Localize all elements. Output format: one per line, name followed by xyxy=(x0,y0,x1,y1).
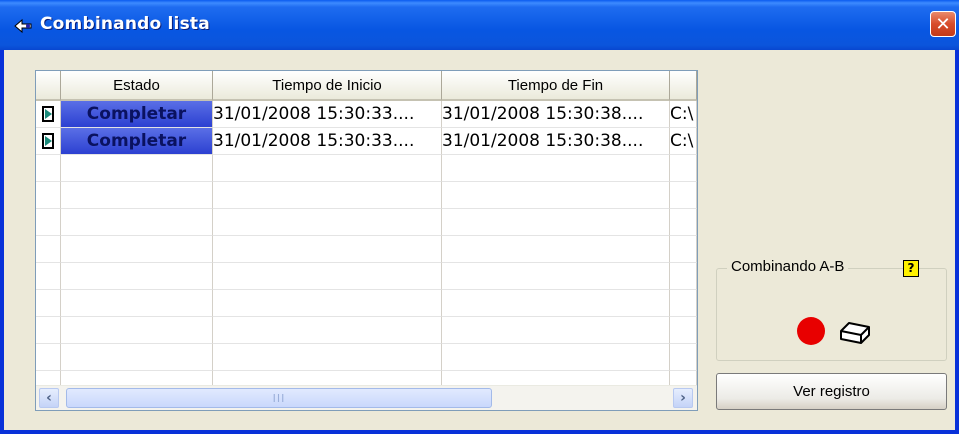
grip-icon: III xyxy=(272,391,286,405)
combine-group: Combinando A-B ? xyxy=(716,258,947,361)
estado-cell: Completar xyxy=(61,128,213,155)
app-icon xyxy=(14,18,32,34)
eraser-icon[interactable] xyxy=(837,317,873,347)
group-label: Combinando A-B xyxy=(727,258,849,275)
header-indicator xyxy=(36,71,61,101)
row-indicator xyxy=(36,128,61,155)
merge-list-table[interactable]: Estado Tiempo de Inicio Tiempo de Fin Co… xyxy=(35,70,698,411)
empty-row xyxy=(36,344,697,371)
chevron-right-icon: › xyxy=(680,390,686,406)
estado-cell: Completar xyxy=(61,101,213,128)
table-row[interactable]: Completar 31/01/2008 15:30:33.... 31/01/… xyxy=(36,101,697,128)
horizontal-scrollbar[interactable]: ‹ III › xyxy=(36,385,697,410)
table-header: Estado Tiempo de Inicio Tiempo de Fin xyxy=(36,71,697,101)
inicio-cell: 31/01/2008 15:30:33.... xyxy=(213,101,442,128)
row-indicator xyxy=(36,101,61,128)
play-icon xyxy=(42,133,54,149)
column-header-fin[interactable]: Tiempo de Fin xyxy=(442,71,670,101)
fin-cell: 31/01/2008 15:30:38.... xyxy=(442,128,670,155)
column-header-inicio[interactable]: Tiempo de Inicio xyxy=(213,71,442,101)
close-button[interactable]: ✕ xyxy=(930,11,956,37)
view-log-button[interactable]: Ver registro xyxy=(716,373,947,410)
scroll-left-button[interactable]: ‹ xyxy=(39,388,59,408)
play-icon xyxy=(42,106,54,122)
window: Combinando lista ✕ Estado Tiempo de Inic… xyxy=(0,0,959,434)
table-row[interactable]: Completar 31/01/2008 15:30:33.... 31/01/… xyxy=(36,128,697,155)
fin-cell: 31/01/2008 15:30:38.... xyxy=(442,101,670,128)
empty-row xyxy=(36,236,697,263)
window-title: Combinando lista xyxy=(40,14,210,34)
help-icon[interactable]: ? xyxy=(903,260,919,277)
record-icon[interactable] xyxy=(797,317,825,345)
empty-row xyxy=(36,155,697,182)
column-header-estado[interactable]: Estado xyxy=(61,71,213,101)
extra-cell: C:\ xyxy=(670,101,697,128)
empty-row xyxy=(36,209,697,236)
title-bar: Combinando lista ✕ xyxy=(0,0,959,50)
empty-row xyxy=(36,317,697,344)
chevron-left-icon: ‹ xyxy=(46,390,52,406)
scroll-right-button[interactable]: › xyxy=(673,388,693,408)
extra-cell: C:\ xyxy=(670,128,697,155)
close-icon: ✕ xyxy=(935,13,951,35)
inicio-cell: 31/01/2008 15:30:33.... xyxy=(213,128,442,155)
empty-row xyxy=(36,263,697,290)
scroll-thumb[interactable]: III xyxy=(66,388,492,408)
empty-row xyxy=(36,182,697,209)
empty-row xyxy=(36,290,697,317)
column-header-extra[interactable] xyxy=(670,71,697,101)
